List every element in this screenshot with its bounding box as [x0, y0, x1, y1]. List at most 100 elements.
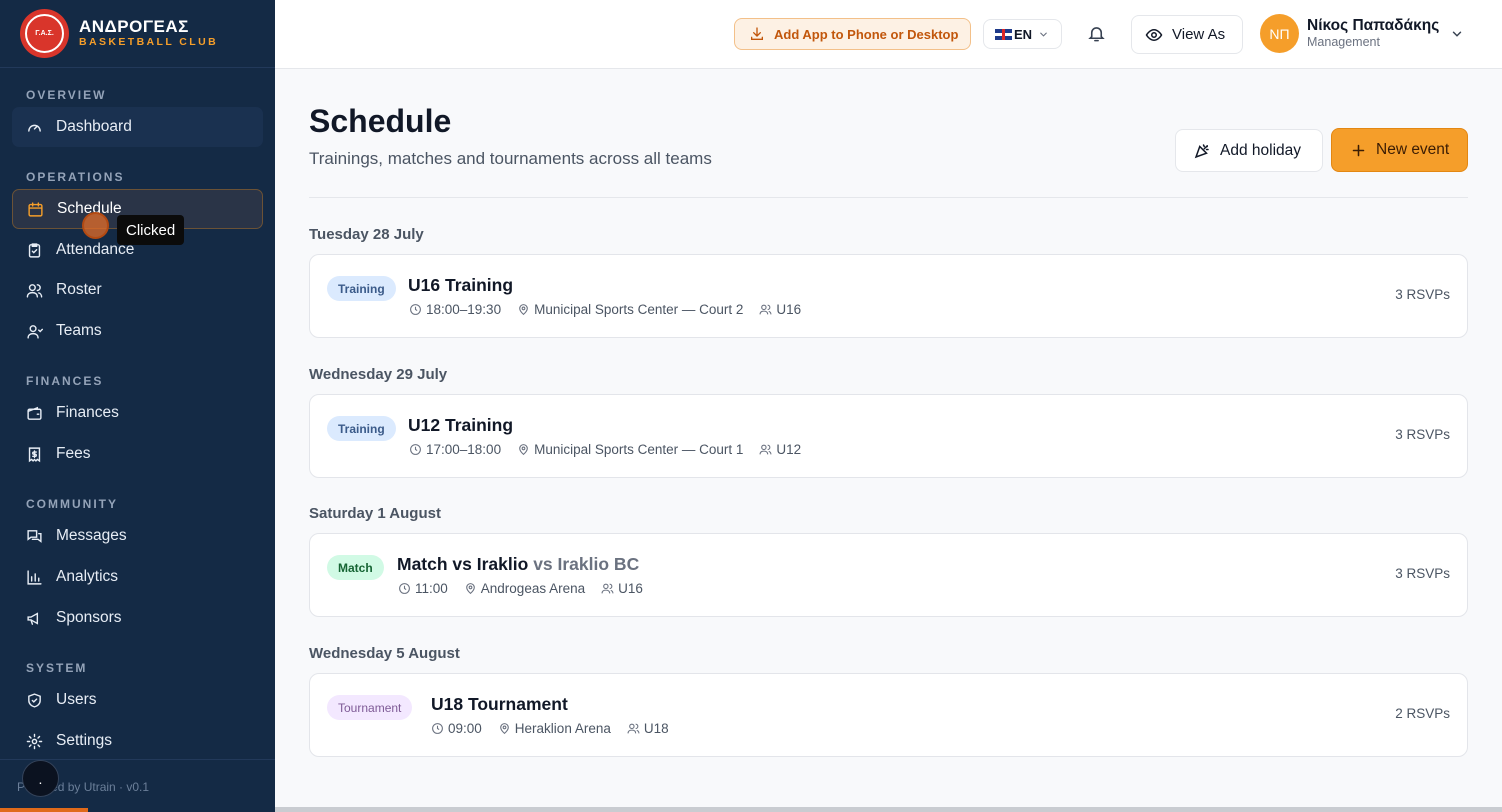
map-pin-icon: [465, 583, 475, 595]
chevron-down-icon: [1040, 32, 1047, 37]
sidebar-item-messages[interactable]: Messages: [12, 516, 263, 556]
event-meta: 09:00 Heraklion Arena U18: [431, 721, 669, 736]
brand[interactable]: Γ.Α.Σ. ΑΝΔΡΟΓΕΑΣ BASKETBALL CLUB: [0, 0, 275, 68]
sidebar-item-label: Teams: [56, 322, 102, 339]
floating-action-dot[interactable]: .: [22, 760, 59, 797]
sidebar-item-label: Settings: [56, 732, 113, 749]
section-title-operations: OPERATIONS: [26, 170, 125, 184]
sidebar-item-fees[interactable]: Fees: [12, 434, 263, 474]
avatar[interactable]: ΝΠ: [1260, 14, 1299, 53]
map-pin-icon: [499, 723, 509, 735]
event-card[interactable]: Match Match vs Iraklio vs Iraklio BC 11:…: [309, 533, 1468, 617]
horizontal-scrollbar[interactable]: [275, 807, 1502, 812]
event-card[interactable]: Training U16 Training 18:00–19:30 Munici…: [309, 254, 1468, 338]
map-pin-icon: [519, 444, 528, 456]
sidebar-item-label: Dashboard: [56, 118, 132, 135]
users-icon: [627, 723, 640, 734]
section-title-finances: FINANCES: [26, 374, 104, 388]
event-title: Match vs Iraklio vs Iraklio BC: [397, 554, 640, 574]
day-heading: Saturday 1 August: [309, 505, 441, 522]
sidebar: Γ.Α.Σ. ΑΝΔΡΟΓΕΑΣ BASKETBALL CLUB OVERVIE…: [0, 0, 275, 812]
user-name[interactable]: Νίκος Παπαδάκης: [1307, 17, 1439, 35]
sidebar-item-roster[interactable]: Roster: [12, 270, 263, 310]
day-heading: Tuesday 28 July: [309, 226, 424, 243]
section-title-overview: OVERVIEW: [26, 88, 107, 102]
sidebar-item-label: Roster: [56, 281, 102, 298]
event-title: U16 Training: [408, 275, 514, 295]
language-label: EN: [1014, 26, 1033, 42]
rsvp-count: 3 RSVPs: [1395, 566, 1450, 581]
event-title: U18 Tournament: [431, 694, 568, 714]
sidebar-footer: Powered by Utrain · v0.1 .: [0, 759, 275, 812]
page-subtitle: Trainings, matches and tournaments acros…: [309, 149, 712, 168]
event-opponent: vs Iraklio BC: [533, 554, 640, 574]
user-group-icon: [27, 324, 43, 339]
users-icon: [759, 304, 772, 315]
rsvp-count: 2 RSVPs: [1395, 706, 1450, 721]
receipt-icon: [28, 446, 41, 462]
clock-icon: [410, 444, 421, 455]
rsvp-count: 3 RSVPs: [1395, 287, 1450, 302]
event-card[interactable]: Tournament U18 Tournament 09:00 Heraklio…: [309, 673, 1468, 757]
map-pin-icon: [519, 304, 528, 316]
language-selector[interactable]: EN: [983, 19, 1062, 49]
view-as-label: View As: [1172, 26, 1226, 43]
event-location: Municipal Sports Center — Court 2: [534, 302, 744, 317]
click-tooltip: Clicked: [117, 215, 185, 245]
top-bar: Add App to Phone or Desktop EN View As Ν…: [275, 0, 1502, 69]
chevron-down-icon[interactable]: [1450, 27, 1464, 41]
click-indicator: [82, 212, 109, 239]
event-meta: 11:00 Androgeas Arena U16: [398, 581, 643, 596]
sidebar-item-settings[interactable]: Settings: [12, 721, 263, 761]
megaphone-icon: [27, 611, 39, 625]
eye-icon: [1145, 28, 1163, 41]
event-location: Municipal Sports Center — Court 1: [534, 442, 744, 457]
day-heading: Wednesday 5 August: [309, 645, 460, 662]
event-type-badge: Match: [327, 555, 384, 580]
event-card[interactable]: Training U12 Training 17:00–18:00 Munici…: [309, 394, 1468, 478]
page-title: Schedule: [309, 103, 452, 139]
clock-icon: [432, 723, 443, 734]
new-event-button[interactable]: New event: [1331, 128, 1468, 172]
clock-icon: [399, 583, 410, 594]
add-holiday-label: Add holiday: [1220, 141, 1302, 159]
event-team: U18: [643, 721, 669, 736]
club-logo: Γ.Α.Σ.: [20, 9, 69, 58]
header-divider: [309, 197, 1468, 198]
event-type-badge: Training: [327, 416, 396, 441]
clock-icon: [410, 304, 421, 315]
sidebar-item-sponsors[interactable]: Sponsors: [12, 598, 263, 638]
rsvp-count: 3 RSVPs: [1395, 427, 1450, 442]
event-time: 17:00–18:00: [426, 442, 502, 457]
sidebar-item-analytics[interactable]: Analytics: [12, 557, 263, 597]
sidebar-item-users[interactable]: Users: [12, 680, 263, 720]
event-team: U16: [776, 302, 802, 317]
add-holiday-button[interactable]: Add holiday: [1175, 129, 1323, 172]
calendar-icon: [28, 201, 43, 217]
section-title-system: SYSTEM: [26, 661, 88, 675]
brand-subtitle: BASKETBALL CLUB: [79, 36, 219, 48]
section-title-community: COMMUNITY: [26, 497, 118, 511]
day-heading: Wednesday 29 July: [309, 366, 448, 383]
sidebar-item-dashboard[interactable]: Dashboard: [12, 107, 263, 147]
wallet-icon: [27, 406, 42, 420]
brand-name: ΑΝΔΡΟΓΕΑΣ: [79, 17, 189, 36]
add-app-label: Add App to Phone or Desktop: [774, 26, 959, 42]
party-popper-icon: [1194, 143, 1209, 158]
add-app-button[interactable]: Add App to Phone or Desktop: [734, 18, 971, 50]
user-role: Management: [1307, 35, 1380, 49]
chat-icon: [27, 529, 42, 543]
sidebar-item-finances[interactable]: Finances: [12, 393, 263, 433]
users-icon: [26, 283, 43, 298]
sidebar-item-label: Finances: [56, 404, 119, 421]
sidebar-item-teams[interactable]: Teams: [12, 311, 263, 351]
sidebar-item-label: Sponsors: [56, 609, 122, 626]
event-team: U12: [776, 442, 802, 457]
event-meta: 17:00–18:00 Municipal Sports Center — Co…: [409, 442, 801, 457]
progress-bar: [0, 808, 88, 812]
event-type-badge: Tournament: [327, 695, 413, 720]
bell-icon[interactable]: [1087, 24, 1106, 43]
bar-chart-icon: [27, 569, 42, 585]
gauge-icon: [28, 124, 41, 132]
view-as-button[interactable]: View As: [1131, 15, 1243, 54]
